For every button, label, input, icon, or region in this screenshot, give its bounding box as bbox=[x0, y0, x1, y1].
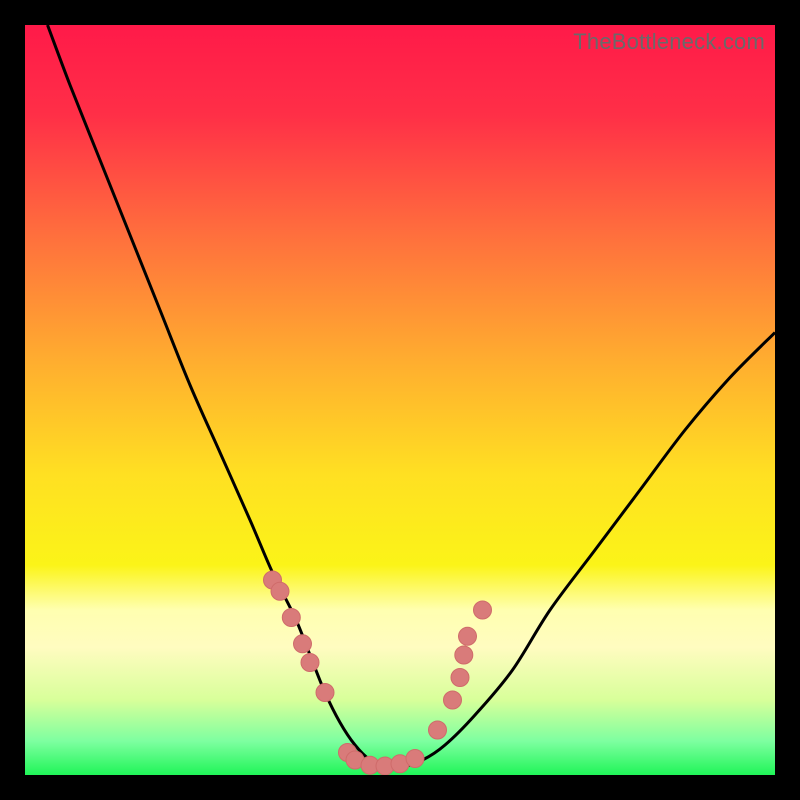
data-marker bbox=[444, 691, 462, 709]
chart-svg bbox=[25, 25, 775, 775]
data-marker bbox=[316, 684, 334, 702]
data-marker bbox=[271, 582, 289, 600]
watermark-text: TheBottleneck.com bbox=[573, 29, 765, 55]
data-marker bbox=[459, 627, 477, 645]
data-marker bbox=[301, 654, 319, 672]
data-marker bbox=[451, 669, 469, 687]
data-marker bbox=[455, 646, 473, 664]
plot-area: TheBottleneck.com bbox=[25, 25, 775, 775]
data-markers bbox=[264, 571, 492, 775]
bottleneck-curve bbox=[48, 25, 776, 768]
data-marker bbox=[282, 609, 300, 627]
data-marker bbox=[429, 721, 447, 739]
data-marker bbox=[294, 635, 312, 653]
data-marker bbox=[474, 601, 492, 619]
outer-frame: TheBottleneck.com bbox=[0, 0, 800, 800]
data-marker bbox=[406, 750, 424, 768]
